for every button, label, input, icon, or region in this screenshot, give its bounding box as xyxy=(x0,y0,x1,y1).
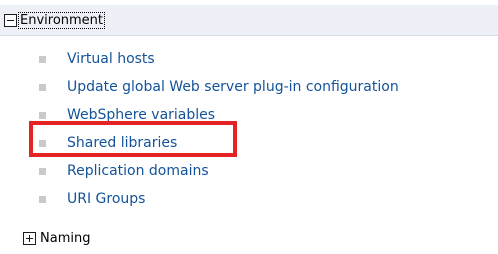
bullet-icon xyxy=(39,168,46,175)
bullet-icon xyxy=(39,56,46,63)
nav-item-update-plugin-config[interactable]: Update global Web server plug-in configu… xyxy=(0,77,498,97)
nav-item-replication-domains[interactable]: Replication domains xyxy=(0,161,498,181)
bullet-icon xyxy=(39,112,46,119)
nav-item-uri-groups[interactable]: URI Groups xyxy=(0,189,498,209)
highlight-box xyxy=(29,121,237,157)
bullet-icon xyxy=(39,196,46,203)
environment-section-header[interactable]: Environment xyxy=(0,5,498,36)
bullet-icon xyxy=(39,84,46,91)
environment-label[interactable]: Environment xyxy=(17,12,106,29)
nav-link-uri-groups[interactable]: URI Groups xyxy=(67,191,145,207)
expand-plus-icon[interactable] xyxy=(23,232,36,245)
collapse-minus-icon[interactable] xyxy=(4,14,17,27)
nav-link-update-plugin-config[interactable]: Update global Web server plug-in configu… xyxy=(67,79,399,95)
naming-label[interactable]: Naming xyxy=(40,231,90,246)
nav-item-virtual-hosts[interactable]: Virtual hosts xyxy=(0,49,498,69)
nav-link-virtual-hosts[interactable]: Virtual hosts xyxy=(67,51,155,67)
nav-link-replication-domains[interactable]: Replication domains xyxy=(67,163,209,179)
